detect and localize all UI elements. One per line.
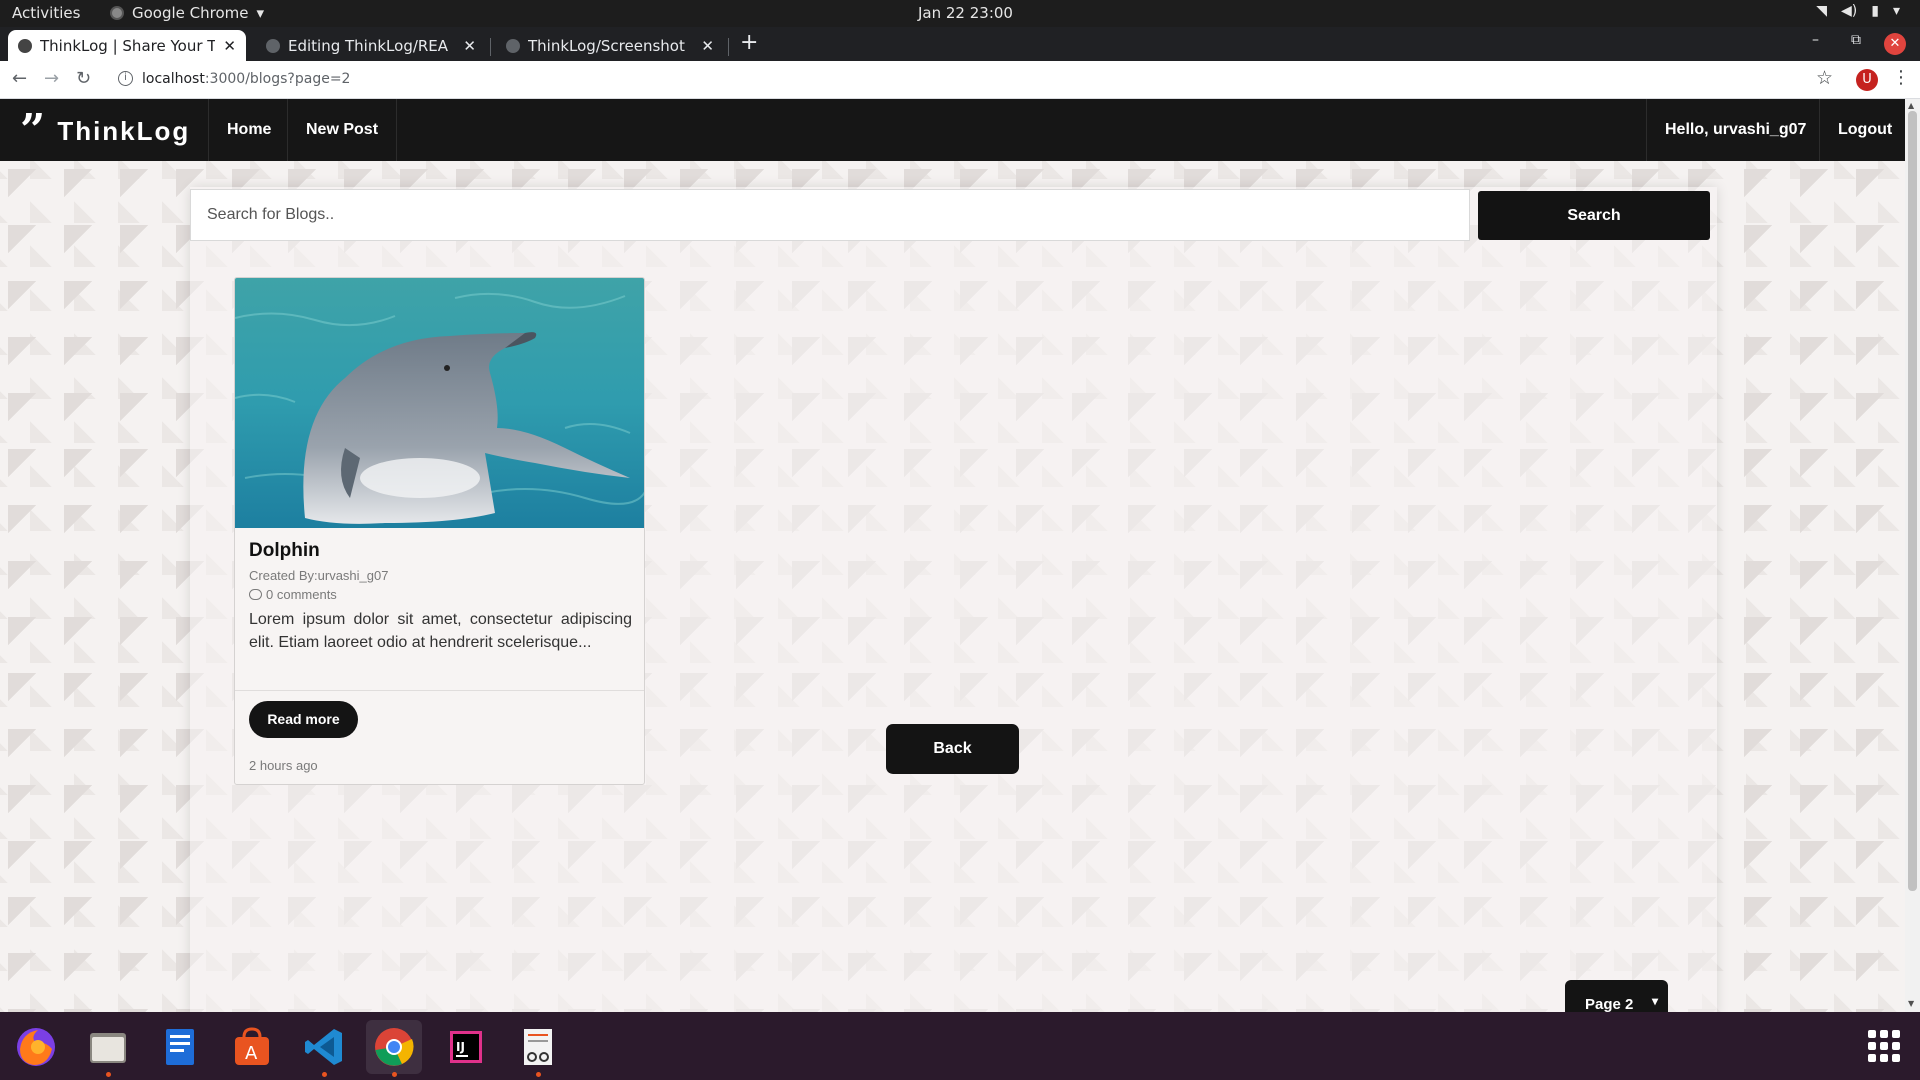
- clock[interactable]: Jan 22 23:00: [918, 4, 1013, 22]
- volume-icon: ◀): [1841, 3, 1858, 19]
- url-path: :3000/blogs?page=2: [204, 71, 351, 87]
- vertical-scrollbar[interactable]: ▲ ▼: [1905, 99, 1920, 1012]
- activities-button[interactable]: Activities: [12, 4, 80, 22]
- scroll-up-icon[interactable]: ▲: [1908, 101, 1914, 110]
- chevron-down-icon: ▾: [1651, 994, 1658, 1008]
- search-input[interactable]: Search for Blogs..: [190, 189, 1470, 241]
- nav-home[interactable]: Home: [208, 99, 289, 161]
- tab-title: ThinkLog/Screenshot fro: [528, 36, 688, 55]
- url-host: localhost: [142, 71, 205, 87]
- tab-screenshot[interactable]: ThinkLog/Screenshot fro ✕: [496, 30, 724, 61]
- page-viewport: ” ThinkLog Home New Post Hello, urvashi_…: [0, 99, 1905, 1012]
- tab-title: ThinkLog | Share Your Thc: [40, 36, 215, 55]
- read-more-button[interactable]: Read more: [249, 701, 358, 738]
- app-menu[interactable]: Google Chrome ▾: [110, 4, 264, 22]
- back-arrow-icon[interactable]: ←: [12, 68, 27, 89]
- post-author: Created By:urvashi_g07: [249, 568, 389, 583]
- post-comments[interactable]: 0 comments: [249, 587, 337, 602]
- new-tab-button[interactable]: +: [740, 30, 758, 55]
- comment-icon: [249, 589, 262, 600]
- back-button[interactable]: Back: [886, 724, 1019, 774]
- scrollbar-thumb[interactable]: [1908, 111, 1917, 891]
- page-select[interactable]: Page 2 ▾: [1565, 980, 1668, 1012]
- app-menu-label: Google Chrome: [132, 4, 249, 22]
- minimize-icon[interactable]: –: [1812, 32, 1819, 48]
- profile-avatar[interactable]: U: [1856, 69, 1878, 91]
- chrome-icon[interactable]: [366, 1020, 422, 1077]
- system-tray[interactable]: ◥ ◀) ▮ ▾: [1816, 3, 1900, 19]
- github-icon: [266, 38, 280, 53]
- system-top-bar: Activities Google Chrome ▾ Jan 22 23:00 …: [0, 0, 1920, 27]
- tab-separator: [728, 38, 729, 56]
- vscode-icon[interactable]: [296, 1020, 352, 1077]
- page-select-value: Page 2: [1585, 996, 1634, 1012]
- tab-title: Editing ThinkLog/READM: [288, 36, 448, 55]
- firefox-icon[interactable]: [8, 1020, 64, 1074]
- running-indicator: [106, 1072, 111, 1077]
- quote-icon: ”: [20, 105, 46, 156]
- chrome-mini-icon: [110, 6, 124, 20]
- search-button[interactable]: Search: [1478, 191, 1710, 240]
- reload-icon[interactable]: ↻: [76, 68, 91, 89]
- close-icon[interactable]: ✕: [701, 37, 714, 55]
- tab-editing-readme[interactable]: Editing ThinkLog/READM ✕: [256, 30, 486, 61]
- globe-icon: [18, 38, 32, 53]
- svg-text:A: A: [245, 1043, 258, 1064]
- intellij-icon[interactable]: IJ: [438, 1020, 494, 1074]
- more-menu-icon[interactable]: ⋮: [1892, 67, 1910, 88]
- battery-icon: ▮: [1871, 3, 1879, 19]
- running-indicator: [536, 1072, 541, 1077]
- post-title[interactable]: Dolphin: [249, 540, 320, 562]
- url-field[interactable]: localhost:3000/blogs?page=2: [142, 71, 350, 87]
- text-editor-icon[interactable]: [152, 1020, 208, 1074]
- browser-tab-bar: ThinkLog | Share Your Thc ✕ Editing Thin…: [0, 27, 1920, 61]
- address-bar: ← → ↻ i localhost:3000/blogs?page=2 ☆ U …: [0, 61, 1920, 99]
- close-icon[interactable]: ✕: [223, 37, 236, 55]
- logout-link[interactable]: Logout: [1819, 99, 1905, 161]
- blog-card: Dolphin Created By:urvashi_g07 0 comment…: [234, 277, 645, 785]
- main-container: Search for Blogs.. Search Dolphin Create…: [190, 187, 1717, 1012]
- dock: A IJ: [0, 1012, 1920, 1080]
- info-icon[interactable]: i: [118, 71, 133, 86]
- forward-arrow-icon[interactable]: →: [44, 68, 59, 89]
- chevron-down-icon: ▾: [1892, 3, 1900, 19]
- scroll-down-icon[interactable]: ▼: [1908, 999, 1914, 1008]
- dolphin-illustration: [235, 278, 644, 528]
- comments-count: 0 comments: [266, 587, 337, 602]
- caret-down-icon: ▾: [256, 4, 265, 22]
- brand-logo[interactable]: ” ThinkLog: [20, 105, 191, 156]
- tab-thinklog[interactable]: ThinkLog | Share Your Thc ✕: [8, 30, 246, 61]
- user-greeting[interactable]: Hello, urvashi_g07: [1646, 99, 1824, 161]
- dolphin-image[interactable]: [235, 278, 644, 528]
- tab-separator: [490, 38, 491, 56]
- svg-text:IJ: IJ: [456, 1040, 465, 1054]
- software-center-icon[interactable]: A: [224, 1020, 280, 1074]
- close-icon[interactable]: ✕: [463, 37, 476, 55]
- wifi-icon: ◥: [1816, 3, 1828, 19]
- post-time: 2 hours ago: [249, 758, 318, 773]
- files-icon[interactable]: [80, 1020, 136, 1077]
- card-divider: [235, 690, 644, 691]
- site-navbar: ” ThinkLog Home New Post Hello, urvashi_…: [0, 99, 1905, 161]
- bookmark-star-icon[interactable]: ☆: [1816, 67, 1833, 89]
- running-indicator: [392, 1072, 397, 1077]
- brand-name: ThinkLog: [57, 115, 191, 146]
- window-close-button[interactable]: ✕: [1884, 33, 1906, 55]
- restore-icon[interactable]: ⧉: [1851, 32, 1861, 48]
- show-applications-icon[interactable]: [1868, 1030, 1900, 1062]
- document-viewer-icon[interactable]: [510, 1020, 566, 1077]
- github-icon: [506, 38, 520, 53]
- post-excerpt: Lorem ipsum dolor sit amet, consectetur …: [249, 611, 632, 651]
- running-indicator: [322, 1072, 327, 1077]
- nav-new-post[interactable]: New Post: [287, 99, 398, 161]
